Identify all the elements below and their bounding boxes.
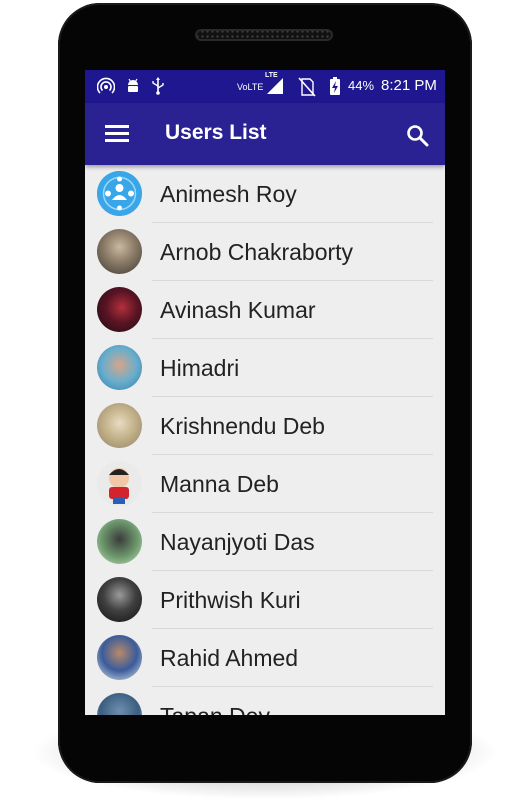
status-bar: VoLTE LTE 44% 8:21 PM: [85, 70, 445, 103]
avatar: [97, 171, 142, 216]
user-name: Rahid Ahmed: [160, 645, 299, 671]
screen: VoLTE LTE 44% 8:21 PM Users List Animesh…: [85, 70, 445, 715]
lte-label: LTE: [265, 72, 278, 79]
avatar: [97, 403, 142, 448]
phone-frame: VoLTE LTE 44% 8:21 PM Users List Animesh…: [58, 3, 472, 783]
page-title: Users List: [165, 121, 267, 144]
avatar: [97, 461, 142, 506]
app-toolbar: Users List: [85, 103, 445, 165]
list-item[interactable]: Manna Deb: [85, 455, 445, 513]
user-name: Himadri: [160, 355, 240, 381]
speaker-grille: [195, 29, 333, 41]
list-item[interactable]: Krishnendu Deb: [85, 397, 445, 455]
list-item[interactable]: Arnob Chakraborty: [85, 223, 445, 281]
avatar: [97, 577, 142, 622]
signal-icon: [265, 77, 285, 99]
avatar: [97, 229, 142, 274]
user-name: Avinash Kumar: [160, 297, 316, 323]
avatar: [97, 519, 142, 564]
user-name: Nayanjyoti Das: [160, 529, 315, 555]
user-name: Animesh Roy: [160, 181, 297, 207]
avatar: [97, 345, 142, 390]
no-sim-icon: [297, 77, 317, 101]
android-icon: [125, 77, 141, 99]
bottom-bezel: [85, 715, 445, 743]
list-item[interactable]: Animesh Roy: [85, 165, 445, 223]
user-name: Arnob Chakraborty: [160, 239, 354, 265]
list-item[interactable]: Prithwish Kuri: [85, 571, 445, 629]
list-item[interactable]: Himadri: [85, 339, 445, 397]
user-name: Prithwish Kuri: [160, 587, 301, 613]
hamburger-menu-icon[interactable]: [105, 125, 129, 143]
hotspot-icon: [96, 77, 116, 99]
battery-charging-icon: [329, 77, 341, 99]
clock: 8:21 PM: [381, 77, 437, 94]
avatar: [97, 287, 142, 332]
users-list: Animesh Roy Arnob Chakraborty Avinash Ku…: [85, 165, 445, 715]
user-name: Tapan Dey: [160, 703, 270, 715]
user-name: Manna Deb: [160, 471, 279, 497]
avatar: [97, 635, 142, 680]
list-item[interactable]: Tapan Dey: [85, 687, 445, 715]
list-item[interactable]: Avinash Kumar: [85, 281, 445, 339]
search-icon[interactable]: [405, 123, 431, 149]
user-name: Krishnendu Deb: [160, 413, 325, 439]
battery-percent: 44%: [348, 78, 375, 93]
avatar: [97, 693, 142, 715]
usb-icon: [151, 77, 165, 99]
list-item[interactable]: Rahid Ahmed: [85, 629, 445, 687]
list-item[interactable]: Nayanjyoti Das: [85, 513, 445, 571]
volte-label: VoLTE: [237, 82, 264, 92]
